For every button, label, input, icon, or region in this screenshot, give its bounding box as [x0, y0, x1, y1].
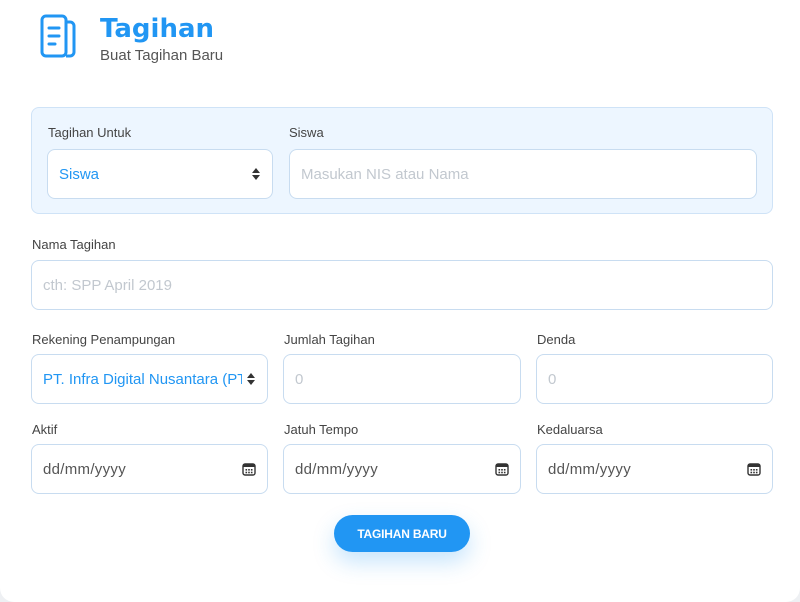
- amount-input[interactable]: 0: [283, 354, 521, 404]
- active-date-label: Aktif: [32, 422, 58, 437]
- student-placeholder: Masukan NIS atau Nama: [301, 165, 469, 183]
- account-select[interactable]: PT. Infra Digital Nusantara (PT.: [31, 354, 268, 404]
- select-arrows-icon: [246, 371, 256, 387]
- expiry-date-placeholder: dd/mm/yyyy: [548, 460, 632, 478]
- bill-for-label: Tagihan Untuk: [48, 125, 132, 140]
- active-date-input[interactable]: dd/mm/yyyy: [31, 444, 268, 494]
- penalty-placeholder: 0: [548, 370, 557, 388]
- amount-placeholder: 0: [295, 370, 304, 388]
- due-date-placeholder: dd/mm/yyyy: [295, 460, 379, 478]
- bill-for-value: Siswa: [59, 165, 100, 183]
- select-arrows-icon: [251, 166, 261, 182]
- student-label: Siswa: [289, 125, 324, 140]
- due-date-input[interactable]: dd/mm/yyyy: [283, 444, 521, 494]
- calendar-icon[interactable]: [495, 462, 509, 476]
- bill-name-input[interactable]: cth: SPP April 2019: [31, 260, 773, 310]
- account-value: PT. Infra Digital Nusantara (PT.: [43, 370, 242, 388]
- calendar-icon[interactable]: [747, 462, 761, 476]
- page-subtitle: Buat Tagihan Baru: [100, 47, 224, 64]
- active-date-placeholder: dd/mm/yyyy: [43, 460, 127, 478]
- document-list-icon: [40, 14, 76, 58]
- expiry-date-label: Kedaluarsa: [537, 422, 603, 437]
- student-input[interactable]: Masukan NIS atau Nama: [289, 149, 757, 199]
- calendar-icon[interactable]: [242, 462, 256, 476]
- amount-label: Jumlah Tagihan: [284, 332, 375, 347]
- account-label: Rekening Penampungan: [32, 332, 176, 347]
- due-date-label: Jatuh Tempo: [284, 422, 359, 437]
- form-card: Tagihan Buat Tagihan Baru Tagihan Untuk …: [0, 0, 800, 602]
- page-title: Tagihan: [100, 14, 215, 44]
- penalty-input[interactable]: 0: [536, 354, 773, 404]
- bill-for-select[interactable]: Siswa: [47, 149, 273, 199]
- penalty-label: Denda: [537, 332, 576, 347]
- new-bill-button[interactable]: TAGIHAN BARU: [334, 515, 470, 552]
- expiry-date-input[interactable]: dd/mm/yyyy: [536, 444, 773, 494]
- bill-name-placeholder: cth: SPP April 2019: [43, 276, 172, 294]
- bill-name-label: Nama Tagihan: [32, 237, 116, 252]
